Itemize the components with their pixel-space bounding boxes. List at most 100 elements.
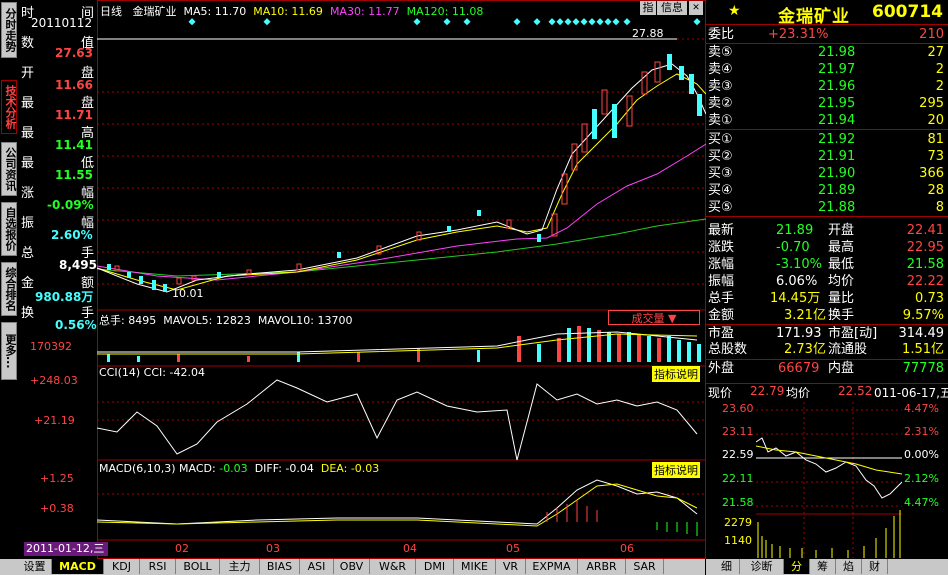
tab-main-force[interactable]: 主力 [220, 559, 260, 574]
tab-expma[interactable]: EXPMA [526, 559, 578, 574]
ask2-price: 21.95 [818, 96, 856, 111]
info-button[interactable]: 信息 [657, 1, 687, 15]
bid4-vol: 28 [927, 183, 944, 198]
info-markers[interactable] [188, 18, 701, 26]
quote-row-shares: 总股数 2.73亿 流通股 1.51亿 [706, 341, 948, 358]
indicator-button[interactable]: 指 [640, 1, 656, 15]
intraday-y-right-4: 4.47% [904, 496, 939, 509]
tab-watchlist[interactable]: 自选报价 [1, 202, 17, 256]
order-ratio-row: 委比 +23.31% 210 [706, 26, 948, 44]
intraday-y-right-3: 2.12% [904, 472, 939, 485]
volume-bars[interactable] [107, 326, 701, 362]
tab-flame[interactable]: 焰 [836, 559, 862, 574]
tab-technical[interactable]: 技术分析 [1, 80, 17, 134]
ask2-row[interactable]: 卖② 21.95 295 [706, 95, 948, 112]
turnover-quote-label: 换手 [828, 308, 855, 323]
intraday-avg-value: 22.52 [838, 384, 873, 398]
intraday-header: 现价 22.79 均价 22.52 011-06-17,五 [706, 383, 948, 400]
close-icon[interactable]: ✕ [689, 1, 703, 15]
tab-finance[interactable]: 财 [862, 559, 888, 574]
tab-ranking[interactable]: 综合排名 [1, 262, 17, 316]
ask4-row[interactable]: 卖④ 21.97 2 [706, 61, 948, 78]
outer-value: 66679 [778, 361, 820, 376]
tab-diagnose[interactable]: 诊断 [740, 559, 784, 574]
stock-title-code: 600714 [872, 2, 943, 22]
macd-histogram-neg [656, 522, 698, 536]
bid1-row[interactable]: 买① 21.92 81 [706, 131, 948, 148]
float-shares-label: 流通股 [828, 342, 868, 357]
macd-mid-scale: +0.38 [40, 502, 74, 515]
ask3-price: 21.96 [818, 79, 856, 94]
ask1-row[interactable]: 卖① 21.94 20 [706, 112, 948, 130]
volume-quote-label: 总手 [708, 291, 735, 306]
low-mark-label: 10.01 [172, 287, 204, 300]
close-label: 最 [21, 156, 35, 171]
tab-vr[interactable]: VR [496, 559, 526, 574]
intraday-price-line [756, 437, 902, 499]
tab-mike[interactable]: MIKE [454, 559, 496, 574]
bid5-row[interactable]: 买⑤ 21.88 8 [706, 199, 948, 217]
tab-detail[interactable]: 细 [714, 559, 740, 574]
macd-help-button[interactable]: 指标说明 [652, 462, 700, 478]
intraday-avg-label: 均价 [786, 386, 811, 400]
bid2-row[interactable]: 买② 21.91 73 [706, 148, 948, 165]
tab-chips[interactable]: 筹 [810, 559, 836, 574]
bid3-row[interactable]: 买③ 21.90 366 [706, 165, 948, 182]
bid1-price: 21.92 [818, 132, 856, 147]
ask5-row[interactable]: 卖⑤ 21.98 27 [706, 44, 948, 61]
cci-grid [97, 401, 706, 421]
open-quote-value: 22.41 [906, 223, 944, 238]
bid1-vol: 81 [927, 132, 944, 147]
change-label: 涨跌 [708, 240, 735, 255]
close-value: 11.41 [55, 138, 93, 152]
tab-wr[interactable]: W&R [370, 559, 416, 574]
price-grid [97, 38, 706, 285]
stock-title-bar: ★ 金瑞矿业 600714 [706, 0, 948, 27]
tab-arbr[interactable]: ARBR [578, 559, 626, 574]
volume-header: 总手: 8495 MAVOL5: 12823 MAVOL10: 13700 [99, 312, 352, 328]
quote-row-latest: 最新 21.89 开盘 22.41 [706, 222, 948, 239]
intraday-chart[interactable] [756, 402, 902, 558]
volume-selector[interactable]: 成交量 ▼ [608, 310, 700, 325]
ask3-row[interactable]: 卖③ 21.96 2 [706, 78, 948, 95]
stock-title-name: 金瑞矿业 [778, 7, 850, 27]
cci-help-button[interactable]: 指标说明 [652, 366, 700, 382]
macd-prefix: MACD(6,10,3) MACD: [99, 462, 220, 475]
bid3-label: 买③ [708, 166, 733, 181]
quote-row-outer-inner: 外盘 66679 内盘 77778 [706, 359, 948, 377]
tab-sar[interactable]: SAR [626, 559, 664, 574]
tab-obv[interactable]: OBV [334, 559, 370, 574]
ask2-vol: 295 [919, 96, 944, 111]
x-tick-03: 03 [266, 542, 280, 555]
tab-bias[interactable]: BIAS [260, 559, 300, 574]
ask4-price: 21.97 [818, 62, 856, 77]
quote-row-pct: 涨幅 -3.10% 最低 21.58 [706, 256, 948, 273]
tab-company-news[interactable]: 公司资讯 [1, 142, 17, 196]
low-label: 最低 [828, 257, 855, 272]
intraday-price-value: 22.79 [750, 384, 785, 398]
intraday-y-left-0: 23.60 [722, 402, 754, 415]
bid5-price: 21.88 [818, 200, 856, 215]
candlesticks[interactable] [107, 54, 702, 292]
tab-more[interactable]: 更多... [1, 322, 17, 380]
high-label: 最高 [828, 240, 855, 255]
tab-macd[interactable]: MACD [52, 559, 104, 574]
tab-kdj[interactable]: KDJ [104, 559, 140, 574]
tab-boll[interactable]: BOLL [176, 559, 220, 574]
ask4-label: 卖④ [708, 62, 733, 77]
avg-quote-value: 22.22 [906, 274, 944, 289]
change-quote-value: -0.70 [776, 240, 810, 255]
quote-row-amount: 金额 3.21亿 换手 9.57% [706, 307, 948, 324]
mavol10-label: MAVOL10: 13700 [257, 314, 353, 327]
bid4-row[interactable]: 买④ 21.89 28 [706, 182, 948, 199]
open-label: 开 [21, 66, 35, 81]
tab-intraday[interactable]: 分时走势 [1, 2, 17, 58]
tab-asi[interactable]: ASI [300, 559, 334, 574]
favorite-star-icon[interactable]: ★ [728, 3, 741, 19]
data-panel: 时 间 20110112 数 值 27.63 开 盘 11.66 最 盘 11.… [19, 0, 98, 340]
tab-minute[interactable]: 分 [784, 559, 810, 574]
intraday-vol-label-0: 2279 [724, 516, 752, 529]
tab-dmi[interactable]: DMI [416, 559, 454, 574]
tab-settings[interactable]: 设置 [18, 559, 52, 574]
tab-rsi[interactable]: RSI [140, 559, 176, 574]
